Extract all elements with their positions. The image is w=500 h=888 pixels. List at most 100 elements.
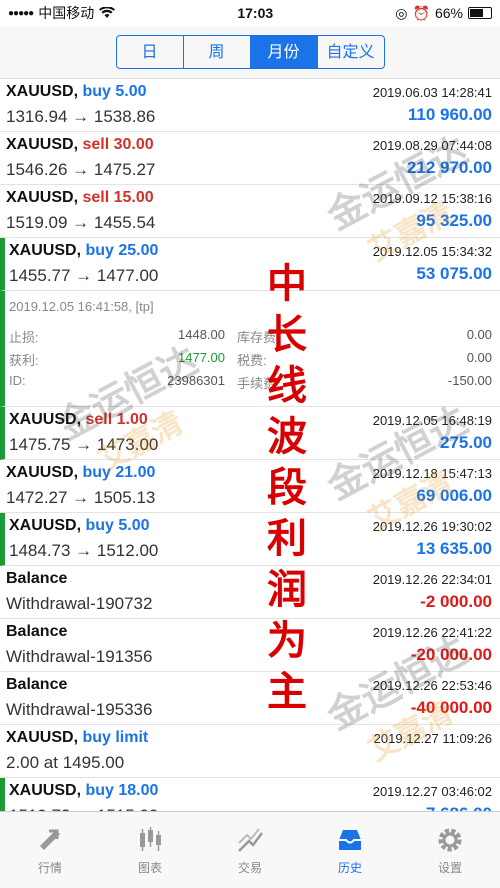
- chart-icon: [140, 826, 161, 851]
- symbol: XAUUSD,: [6, 729, 79, 746]
- order-action: sell 15.00: [82, 189, 154, 206]
- datetime: 2019.12.05 16:48:19: [372, 413, 492, 428]
- bottom-tab-bar: 行情 图表 交易 历史 设置: [0, 811, 500, 888]
- id-value: 23986301: [167, 373, 225, 388]
- quotes-icon: [39, 829, 61, 850]
- profit: 275.00: [440, 433, 492, 452]
- history-row[interactable]: XAUUSD, buy 18.001519.73 → 1515.002019.1…: [0, 778, 500, 812]
- tab-chart[interactable]: 图表: [100, 812, 200, 888]
- signal-icon: ●●●●●: [8, 7, 34, 19]
- tab-quotes[interactable]: 行情: [0, 812, 100, 888]
- symbol: Balance: [6, 570, 68, 587]
- tab-week[interactable]: 周: [184, 36, 251, 68]
- order-detail-panel[interactable]: 2019.12.05 16:41:58, [tp] 止损: 1448.00 获利…: [0, 291, 500, 407]
- symbol: XAUUSD,: [6, 136, 79, 153]
- symbol: XAUUSD,: [9, 517, 82, 534]
- order-action: buy 5.00: [85, 517, 150, 534]
- tab-custom[interactable]: 自定义: [318, 36, 384, 68]
- datetime: 2019.12.27 03:46:02: [372, 784, 492, 799]
- clock: 17:03: [237, 5, 274, 21]
- sl-value: 1448.00: [178, 327, 225, 342]
- datetime: 2019.12.27 11:09:26: [373, 731, 492, 746]
- row-title: Balance: [6, 676, 67, 694]
- profit: -2 000.00: [420, 592, 492, 611]
- rotation-lock-icon: ◎: [395, 4, 408, 21]
- order-action: buy limit: [82, 729, 149, 746]
- datetime: 2019.12.05 15:34:32: [372, 244, 492, 259]
- history-row[interactable]: XAUUSD, buy 5.00 1316.94 → 1538.86 2019.06…: [0, 79, 500, 132]
- symbol: XAUUSD,: [6, 464, 79, 481]
- row-title: Balance: [6, 570, 67, 588]
- tax-value: 0.00: [466, 350, 492, 365]
- price-range: 1455.77 → 1477.00: [9, 266, 159, 285]
- row-title: Balance: [6, 623, 67, 641]
- price-range: 1546.26 → 1475.27: [6, 160, 156, 179]
- row-title: XAUUSD, buy limit: [6, 729, 148, 747]
- profit: 69 006.00: [416, 486, 492, 505]
- datetime: 2019.08.29 07:44:08: [372, 138, 492, 153]
- profit: 53 075.00: [416, 264, 492, 283]
- price-range: Withdrawal-195336: [6, 700, 153, 719]
- carrier-name: 中国移动: [38, 5, 95, 21]
- alarm-icon: ⏰: [412, 4, 430, 21]
- history-row[interactable]: Balance Withdrawal-195336 2019.12.26 22:5…: [0, 672, 500, 725]
- symbol: XAUUSD,: [9, 242, 82, 259]
- history-row[interactable]: XAUUSD, sell 1.00 1475.75 → 1473.00 2019.1…: [0, 407, 500, 460]
- history-row[interactable]: Balance Withdrawal-190732 2019.12.26 22:3…: [0, 566, 500, 619]
- symbol: XAUUSD,: [6, 83, 79, 100]
- price-range: 1472.27 → 1505.13: [6, 488, 156, 507]
- profit: 13 635.00: [416, 539, 492, 558]
- history-row[interactable]: XAUUSD, buy 25.00 1455.77 → 1477.00 2019.1…: [0, 238, 500, 291]
- trade-icon: [238, 827, 263, 852]
- tab-day[interactable]: 日: [117, 36, 184, 68]
- id-label: ID:: [9, 373, 26, 388]
- history-row[interactable]: XAUUSD, buy 21.00 1472.27 → 1505.13 2019.1…: [0, 460, 500, 513]
- swap-value: 0.00: [466, 327, 492, 342]
- sl-label: 止损:: [9, 330, 39, 345]
- battery-percent: 66%: [434, 5, 463, 21]
- datetime: 2019.12.18 15:47:13: [372, 466, 492, 481]
- order-action: buy 25.00: [85, 242, 159, 259]
- price-range: 1484.73 → 1512.00: [9, 541, 159, 560]
- price-range: Withdrawal-190732: [6, 594, 153, 613]
- history-icon: [339, 829, 361, 850]
- tab-trade[interactable]: 交易: [200, 812, 300, 888]
- history-row[interactable]: Balance Withdrawal-191356 2019.12.26 22:4…: [0, 619, 500, 672]
- tab-settings[interactable]: 设置: [400, 812, 500, 888]
- history-list[interactable]: XAUUSD, buy 5.00 1316.94 → 1538.86 2019.06…: [0, 79, 500, 812]
- datetime: 2019.12.26 22:34:01: [372, 572, 492, 587]
- row-title: XAUUSD, buy 18.00: [9, 782, 158, 800]
- price-range: 1519.09 → 1455.54: [6, 213, 156, 232]
- profit: 110 960.00: [407, 105, 492, 124]
- order-action: buy 18.00: [85, 782, 159, 799]
- symbol: Balance: [6, 676, 68, 693]
- row-title: XAUUSD, buy 25.00: [9, 242, 158, 260]
- order-action: buy 21.00: [82, 464, 156, 481]
- order-action: sell 1.00: [85, 411, 148, 428]
- datetime: 2019.12.26 22:53:46: [372, 678, 492, 693]
- row-title: XAUUSD, buy 5.00: [6, 83, 147, 101]
- status-bar: ●●●●● 中国移动 17:03 ◎ ⏰ 66%: [0, 0, 500, 26]
- history-row[interactable]: XAUUSD, buy limit 2.00 at 1495.00 2019.12.…: [0, 725, 500, 778]
- tp-value: 1477.00: [178, 350, 225, 365]
- datetime: 2019.06.03 14:28:41: [372, 85, 492, 100]
- row-title: XAUUSD, sell 30.00: [6, 136, 154, 154]
- order-action: sell 30.00: [82, 136, 154, 153]
- row-title: XAUUSD, sell 1.00: [9, 411, 148, 429]
- swap-label: 库存费:: [237, 330, 280, 345]
- profit: 95 325.00: [416, 211, 492, 230]
- history-row[interactable]: XAUUSD, buy 5.00 1484.73 → 1512.00 2019.12…: [0, 513, 500, 566]
- datetime: 2019.12.26 19:30:02: [372, 519, 492, 534]
- tab-month[interactable]: 月份: [250, 36, 318, 68]
- history-row[interactable]: XAUUSD, sell 15.00 1519.09 → 1455.54 2019.…: [0, 185, 500, 238]
- row-title: XAUUSD, buy 21.00: [6, 464, 155, 482]
- settings-icon: [438, 828, 462, 851]
- tax-label: 税费:: [237, 353, 267, 368]
- order-action: buy 5.00: [82, 83, 147, 100]
- datetime: 2019.12.26 22:41:22: [372, 625, 492, 640]
- tp-label: 获利:: [9, 353, 39, 368]
- datetime: 2019.09.12 15:38:16: [372, 191, 492, 206]
- profit: -20 000.00: [410, 645, 492, 664]
- history-row[interactable]: XAUUSD, sell 30.00 1546.26 → 1475.27 2019.…: [0, 132, 500, 185]
- tab-history[interactable]: 历史: [300, 812, 400, 888]
